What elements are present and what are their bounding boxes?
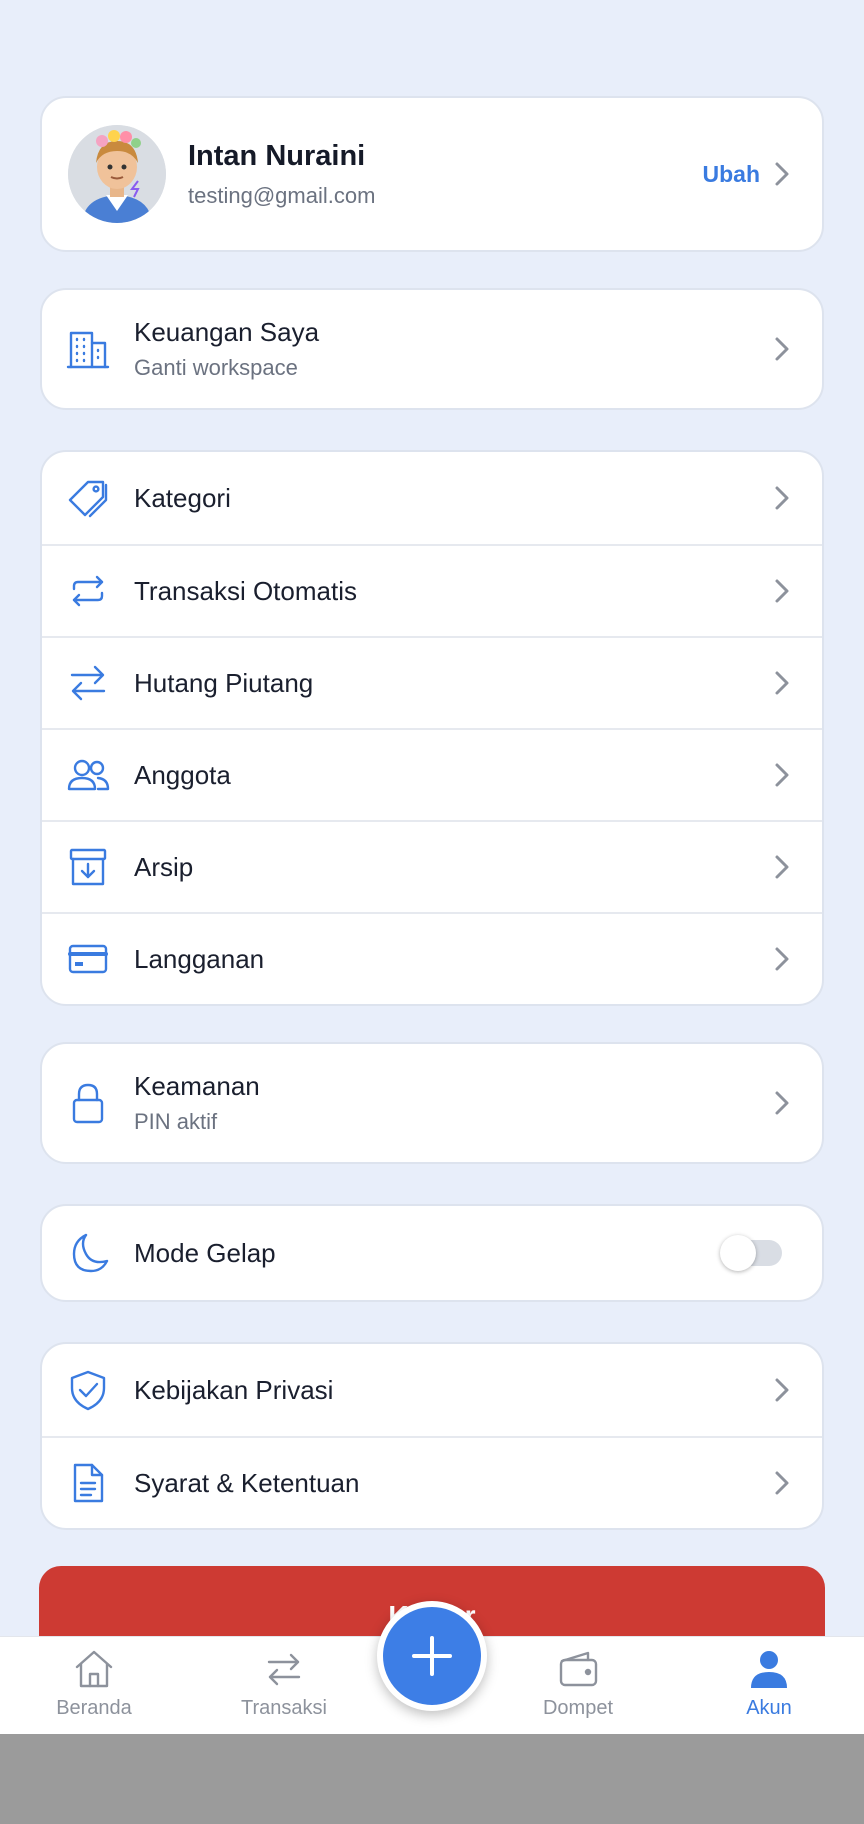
chevron-right-icon bbox=[772, 160, 792, 188]
swap-arrows-icon bbox=[66, 661, 110, 705]
swap-arrows-icon bbox=[267, 1653, 301, 1686]
legal-item-texts: Syarat & Ketentuan bbox=[134, 1467, 772, 1499]
moon-icon bbox=[66, 1231, 110, 1275]
menu-item-hutang-piutang[interactable]: Hutang Piutang bbox=[42, 636, 822, 728]
profile-info: Intan Nuraini testing@gmail.com bbox=[188, 140, 703, 209]
menu-item-label: Hutang Piutang bbox=[134, 668, 314, 698]
chevron-right-icon bbox=[772, 1089, 792, 1117]
menu-item-texts: Transaksi Otomatis bbox=[134, 575, 772, 607]
system-nav-area bbox=[0, 1734, 864, 1824]
menu-item-label: Kategori bbox=[134, 483, 231, 513]
menu-item-texts: Kategori bbox=[134, 482, 772, 514]
nav-label: Transaksi bbox=[241, 1697, 327, 1719]
dark-mode-texts: Mode Gelap bbox=[134, 1237, 724, 1269]
menu-item-label: Arsip bbox=[134, 852, 194, 882]
dark-mode-toggle[interactable] bbox=[720, 1235, 782, 1271]
nav-item-dompet[interactable]: Dompet bbox=[513, 1647, 643, 1727]
dark-mode-label: Mode Gelap bbox=[134, 1238, 276, 1268]
chevron-right-icon bbox=[772, 945, 792, 973]
avatar bbox=[68, 125, 166, 223]
menu-item-texts: Langganan bbox=[134, 943, 772, 975]
chevron-right-icon bbox=[772, 577, 792, 605]
edit-profile-label: Ubah bbox=[702, 160, 761, 187]
user-icon bbox=[751, 1651, 787, 1688]
nav-label: Beranda bbox=[56, 1697, 132, 1719]
chevron-right-icon bbox=[772, 484, 792, 512]
menu-item-texts: Hutang Piutang bbox=[134, 667, 772, 699]
legal-item-label: Syarat & Ketentuan bbox=[134, 1468, 360, 1498]
home-icon bbox=[75, 1650, 113, 1688]
menu-item-texts: Anggota bbox=[134, 759, 772, 791]
menu-item-transaksi-otomatis[interactable]: Transaksi Otomatis bbox=[42, 544, 822, 636]
security-subtitle: PIN aktif bbox=[134, 1109, 218, 1134]
edit-profile-button[interactable]: Ubah bbox=[703, 160, 793, 188]
wallet-icon bbox=[559, 1651, 598, 1687]
legal-item-texts: Kebijakan Privasi bbox=[134, 1374, 772, 1406]
nav-item-akun[interactable]: Akun bbox=[704, 1647, 834, 1727]
profile-email: testing@gmail.com bbox=[188, 182, 376, 208]
plus-icon bbox=[412, 1636, 452, 1676]
menu-item-anggota[interactable]: Anggota bbox=[42, 728, 822, 820]
menu-item-texts: Arsip bbox=[134, 851, 772, 883]
legal-card: Kebijakan Privasi Syarat & Ketentuan bbox=[40, 1342, 824, 1530]
repeat-icon bbox=[66, 569, 110, 613]
legal-item-label: Kebijakan Privasi bbox=[134, 1375, 334, 1405]
menu-item-kebijakan-privasi[interactable]: Kebijakan Privasi bbox=[42, 1344, 822, 1436]
nav-item-transaksi[interactable]: Transaksi bbox=[219, 1647, 349, 1727]
document-icon bbox=[66, 1461, 110, 1505]
workspace-card: Keuangan Saya Ganti workspace bbox=[40, 288, 824, 410]
security-card: Keamanan PIN aktif bbox=[40, 1042, 824, 1164]
menu-item-kategori[interactable]: Kategori bbox=[42, 452, 822, 544]
chevron-right-icon bbox=[772, 761, 792, 789]
menu-item-label: Anggota bbox=[134, 760, 231, 790]
menu-item-label: Langganan bbox=[134, 944, 265, 974]
workspace-row[interactable]: Keuangan Saya Ganti workspace bbox=[42, 290, 822, 408]
nav-label: Akun bbox=[746, 1697, 792, 1719]
workspace-subtitle: Ganti workspace bbox=[134, 355, 298, 380]
menu-item-label: Transaksi Otomatis bbox=[134, 576, 357, 606]
workspace-texts: Keuangan Saya Ganti workspace bbox=[134, 316, 772, 382]
menu-item-syarat-ketentuan[interactable]: Syarat & Ketentuan bbox=[42, 1436, 822, 1528]
chevron-right-icon bbox=[772, 1376, 792, 1404]
archive-icon bbox=[66, 845, 110, 889]
chevron-right-icon bbox=[772, 853, 792, 881]
nav-item-beranda[interactable]: Beranda bbox=[29, 1647, 159, 1727]
profile-card: Intan Nuraini testing@gmail.com Ubah bbox=[40, 96, 824, 252]
tag-icon bbox=[66, 476, 110, 520]
users-icon bbox=[66, 753, 110, 797]
building-icon bbox=[66, 327, 110, 371]
profile-name: Intan Nuraini bbox=[188, 139, 366, 172]
chevron-right-icon bbox=[772, 669, 792, 697]
chevron-right-icon bbox=[772, 1469, 792, 1497]
menu-card: Kategori Transaksi Otomatis Hutang Piuta… bbox=[40, 450, 824, 1006]
dark-mode-card: Mode Gelap bbox=[40, 1204, 824, 1302]
dark-mode-row: Mode Gelap bbox=[42, 1206, 822, 1300]
lock-icon bbox=[66, 1081, 110, 1125]
menu-item-arsip[interactable]: Arsip bbox=[42, 820, 822, 912]
chevron-right-icon bbox=[772, 335, 792, 363]
profile-row[interactable]: Intan Nuraini testing@gmail.com Ubah bbox=[42, 98, 822, 250]
security-row[interactable]: Keamanan PIN aktif bbox=[42, 1044, 822, 1162]
toggle-knob bbox=[720, 1235, 756, 1271]
workspace-title: Keuangan Saya bbox=[134, 317, 320, 347]
security-texts: Keamanan PIN aktif bbox=[134, 1070, 772, 1136]
nav-label: Dompet bbox=[542, 1697, 614, 1719]
add-transaction-button[interactable] bbox=[377, 1601, 487, 1711]
menu-item-langganan[interactable]: Langganan bbox=[42, 912, 822, 1004]
shield-check-icon bbox=[66, 1368, 110, 1412]
credit-card-icon bbox=[66, 937, 110, 981]
security-title: Keamanan bbox=[134, 1071, 260, 1101]
